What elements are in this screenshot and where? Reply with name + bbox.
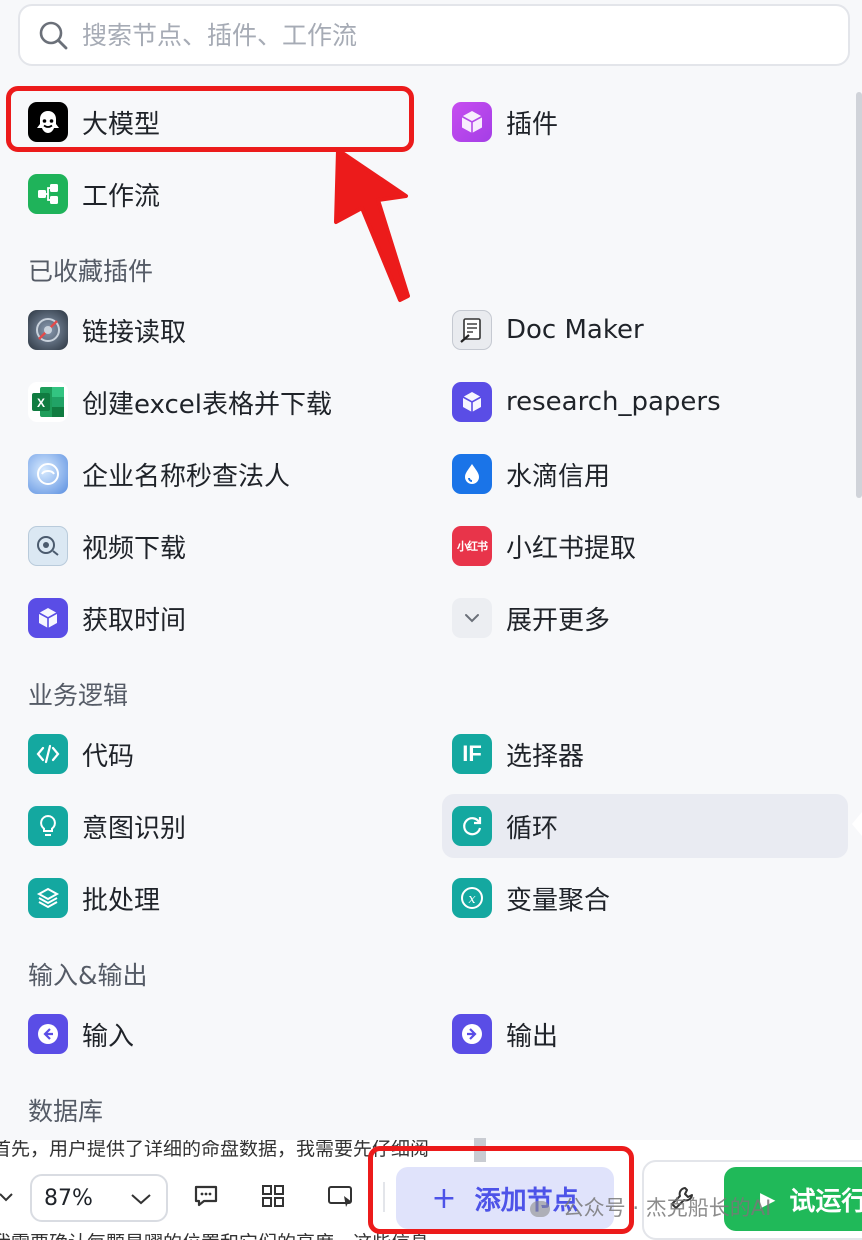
search-icon <box>39 21 68 50</box>
node-output[interactable]: 输出 <box>452 1002 558 1066</box>
time-icon <box>28 598 68 638</box>
zoom-value: 87% <box>44 1185 93 1211</box>
layout-button[interactable] <box>257 1180 289 1212</box>
node-label: 代码 <box>82 741 135 772</box>
watermark: 公众号 · 杰克船长的AI <box>530 1192 771 1222</box>
fav-time[interactable]: 获取时间 <box>28 586 186 650</box>
code-icon <box>28 734 68 774</box>
section-title-logic: 业务逻辑 <box>28 681 129 710</box>
workflow-icon <box>28 174 68 214</box>
svg-text:x: x <box>468 892 476 907</box>
node-label: 插件 <box>506 109 559 140</box>
minimap-button[interactable] <box>325 1180 357 1212</box>
comment-icon <box>194 1185 218 1207</box>
search-box[interactable] <box>18 4 850 66</box>
node-label: 企业名称秒查法人 <box>82 461 291 492</box>
node-label: 变量聚合 <box>506 885 611 916</box>
enterprise-lookup-icon <box>28 454 68 494</box>
node-label: 工作流 <box>82 181 161 212</box>
node-selector[interactable]: IF 选择器 <box>452 722 584 786</box>
node-code[interactable]: 代码 <box>28 722 134 786</box>
section-title-io: 输入&输出 <box>28 961 148 990</box>
node-picker-panel: 大模型 插件 工作流 已收藏插件 链接读取 Doc Maker X 创建exc <box>0 0 862 1140</box>
svg-text:X: X <box>37 396 45 410</box>
node-loop[interactable]: 循环 <box>442 794 848 858</box>
fav-enterprise-lookup[interactable]: 企业名称秒查法人 <box>28 442 290 506</box>
grid-layout-icon <box>262 1185 284 1207</box>
section-title-favorites: 已收藏插件 <box>28 257 154 286</box>
node-label: research_papers <box>506 387 721 417</box>
annotation-arrow-icon <box>334 148 410 302</box>
fav-xiaohongshu[interactable]: 小红书 小红书提取 <box>452 514 636 578</box>
comment-button[interactable] <box>190 1180 222 1212</box>
node-label: 获取时间 <box>82 605 187 636</box>
node-batch[interactable]: 批处理 <box>28 866 160 930</box>
plugin-icon <box>452 102 492 142</box>
wechat-icon <box>530 1201 550 1217</box>
xiaohongshu-icon: 小红书 <box>452 526 492 566</box>
scrollbar[interactable] <box>856 92 862 498</box>
minimap-icon <box>328 1186 352 1207</box>
node-label: 小红书提取 <box>506 533 637 564</box>
fav-waterdrop[interactable]: 水滴信用 <box>452 442 610 506</box>
fav-link-reader[interactable]: 链接读取 <box>28 298 186 362</box>
section-title-database: 数据库 <box>28 1097 104 1126</box>
waterdrop-icon <box>452 454 492 494</box>
test-run-label: 试运行 <box>789 1186 862 1217</box>
node-label: 水滴信用 <box>506 461 611 492</box>
video-download-icon <box>28 526 68 566</box>
fav-doc-maker[interactable]: Doc Maker <box>452 298 644 362</box>
node-label: 批处理 <box>82 885 161 916</box>
node-label: 输入 <box>82 1021 135 1052</box>
chevron-down-icon <box>452 598 492 638</box>
node-label: 链接读取 <box>82 317 187 348</box>
node-label: 输出 <box>506 1021 559 1052</box>
panel-notch-icon <box>852 812 862 836</box>
loop-icon <box>452 806 492 846</box>
node-input[interactable]: 输入 <box>28 1002 134 1066</box>
expand-more-button[interactable]: 展开更多 <box>452 586 610 650</box>
node-label: 选择器 <box>506 741 585 772</box>
node-label: 展开更多 <box>506 605 611 636</box>
doc-maker-icon <box>452 310 492 350</box>
output-icon <box>452 1014 492 1054</box>
node-label: 意图识别 <box>82 813 187 844</box>
fav-research-papers[interactable]: research_papers <box>452 370 721 434</box>
highlight-box-llm <box>6 86 414 152</box>
node-label: 循环 <box>506 813 559 844</box>
node-label: Doc Maker <box>506 315 644 345</box>
node-workflow[interactable]: 工作流 <box>28 162 160 226</box>
selector-icon: IF <box>452 734 492 774</box>
search-input[interactable] <box>82 20 782 50</box>
excel-icon: X <box>28 382 68 422</box>
node-variable-merge[interactable]: x 变量聚合 <box>452 866 610 930</box>
research-papers-icon <box>452 382 492 422</box>
fav-excel[interactable]: X 创建excel表格并下载 <box>28 370 332 434</box>
variable-merge-icon: x <box>452 878 492 918</box>
node-plugin[interactable]: 插件 <box>452 90 558 154</box>
node-label: 创建excel表格并下载 <box>82 389 332 420</box>
zoom-select[interactable]: 87% <box>30 1174 168 1222</box>
node-label: 视频下载 <box>82 533 187 564</box>
batch-icon <box>28 878 68 918</box>
link-reader-icon <box>28 310 68 350</box>
background-text-line: 首先，用户提供了详细的命盘数据，我需要先仔细阅 <box>0 1140 430 1160</box>
chevron-down-icon[interactable] <box>0 1188 14 1208</box>
input-icon <box>28 1014 68 1054</box>
node-intent[interactable]: 意图识别 <box>28 794 186 858</box>
fav-video-download[interactable]: 视频下载 <box>28 514 186 578</box>
chevron-down-icon <box>131 1194 151 1205</box>
intent-icon <box>28 806 68 846</box>
